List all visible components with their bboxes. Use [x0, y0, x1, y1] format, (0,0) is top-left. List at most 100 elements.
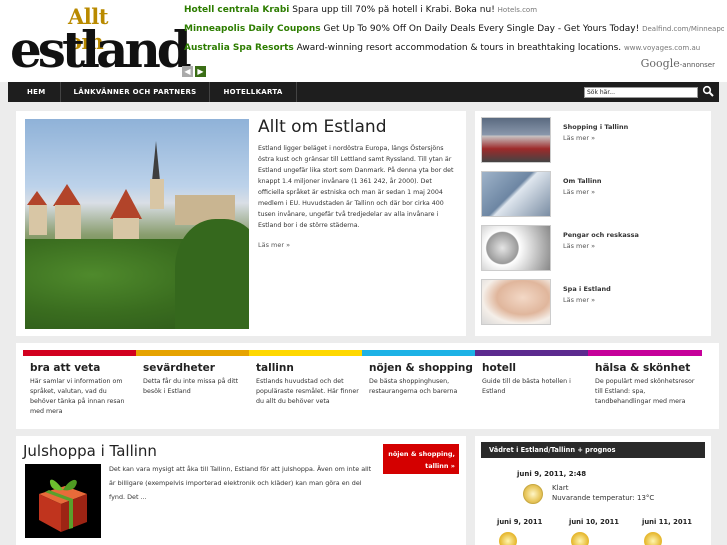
ad-url[interactable]: Hotels.com: [498, 6, 537, 14]
tallinn-photo[interactable]: [25, 119, 249, 329]
article-text: Det kan vara mysigt att åka till Tallinn…: [109, 465, 372, 501]
category-name[interactable]: tallinn: [256, 362, 362, 374]
side-article-title[interactable]: Om Tallinn: [563, 177, 601, 185]
category-strip: bra att veta Här samlar vi information o…: [16, 343, 719, 429]
category-color-bar: [23, 350, 136, 356]
category-name[interactable]: sevärdheter: [143, 362, 249, 374]
tower-roof: [110, 189, 142, 219]
category-color-bar: [475, 350, 588, 356]
search-icon[interactable]: [702, 85, 714, 97]
side-article-title[interactable]: Shopping i Tallinn: [563, 123, 628, 131]
side-articles: Shopping i Tallinn Läs mer » Om Tallinn …: [475, 111, 711, 336]
category-tallinn[interactable]: tallinn Estlands huvudstad och det popul…: [249, 350, 362, 426]
shopping-thumbnail[interactable]: [481, 117, 551, 163]
ad-text: Award-winning resort accommodation & tou…: [296, 43, 622, 53]
category-name[interactable]: hotell: [482, 362, 588, 374]
category-name[interactable]: bra att veta: [30, 362, 136, 374]
weather-widget: Vädret i Estland/Tallinn + prognos juni …: [475, 436, 711, 545]
tower-wall: [150, 179, 164, 209]
read-more-link[interactable]: Läs mer »: [563, 296, 595, 304]
forecast-day: juni 11, 2011: [642, 518, 702, 545]
main-navigation: HEM LÄNKVÄNNER OCH PARTNERS HOTELLKARTA …: [8, 82, 719, 102]
category-description: De populärt med skönhetsresor till Estla…: [595, 378, 695, 405]
category-halsa-skonhet[interactable]: hälsa & skönhet De populärt med skönhets…: [588, 350, 702, 426]
christmas-gift-image[interactable]: [25, 464, 101, 538]
side-article[interactable]: Shopping i Tallinn Läs mer »: [481, 117, 705, 165]
ad-text: Get Up To 90% Off On Daily Deals Every S…: [323, 24, 640, 34]
forecast-date: juni 9, 2011: [497, 518, 543, 526]
category-color-bar: [362, 350, 475, 356]
weather-header: Vädret i Estland/Tallinn + prognos: [481, 442, 705, 458]
ad-item[interactable]: Hotell centrala Krabi Spara upp till 70%…: [184, 5, 724, 24]
next-arrow-icon[interactable]: ▶: [195, 66, 206, 77]
read-more-link[interactable]: Läs mer »: [258, 241, 290, 249]
sun-icon: [571, 532, 589, 545]
feature-panel: Allt om Estland Estland ligger beläget i…: [16, 111, 466, 336]
side-article-title[interactable]: Pengar och reskassa: [563, 231, 639, 239]
category-color-bar: [136, 350, 249, 356]
side-article-title[interactable]: Spa i Estland: [563, 285, 611, 293]
article-category-tag[interactable]: nöjen & shopping, tallinn »: [383, 444, 459, 474]
category-bra-att-veta[interactable]: bra att veta Här samlar vi information o…: [23, 350, 136, 426]
side-article[interactable]: Pengar och reskassa Läs mer »: [481, 225, 705, 273]
article-title[interactable]: Julshoppa i Tallinn: [23, 442, 157, 460]
spa-thumbnail[interactable]: [481, 279, 551, 325]
ad-text: Spara upp till 70% på hotell i Krabi. Bo…: [292, 5, 495, 15]
site-logo[interactable]: Allt om estland: [10, 0, 192, 80]
tallinn-thumbnail[interactable]: [481, 171, 551, 217]
category-description: Detta får du inte missa på ditt besök i …: [143, 378, 239, 395]
ad-url[interactable]: Dealfind.com/Minneapolis: [642, 25, 724, 33]
weather-temperature: Nuvarande temperatur: 13°C: [552, 494, 655, 502]
ad-pager: ◀ ▶: [182, 59, 208, 78]
moon-icon: [523, 484, 543, 504]
read-more-link[interactable]: Läs mer »: [563, 134, 595, 142]
ad-title[interactable]: Minneapolis Daily Coupons: [184, 24, 321, 34]
building: [29, 205, 47, 235]
ad-item[interactable]: Minneapolis Daily Coupons Get Up To 90% …: [184, 24, 724, 43]
coins-thumbnail[interactable]: [481, 225, 551, 271]
category-color-bar: [249, 350, 362, 356]
read-more-link[interactable]: Läs mer »: [563, 188, 595, 196]
feature-title[interactable]: Allt om Estland: [258, 117, 386, 137]
nav-item-hotellkarta[interactable]: HOTELLKARTA: [210, 82, 297, 102]
category-name[interactable]: hälsa & skönhet: [595, 362, 702, 374]
category-nojen-shopping[interactable]: nöjen & shopping De bästa shoppinghusen,…: [362, 350, 475, 426]
sun-icon: [499, 532, 517, 545]
side-article[interactable]: Spa i Estland Läs mer »: [481, 279, 705, 327]
forecast-date: juni 11, 2011: [642, 518, 693, 526]
category-color-bar: [588, 350, 702, 356]
category-description: Guide till de bästa hotellen i Estland: [482, 378, 571, 395]
article-panel: Julshoppa i Tallinn nöjen & shopping, ta…: [16, 436, 466, 545]
roof: [27, 191, 47, 205]
weather-condition: Klart: [552, 484, 569, 492]
category-description: Här samlar vi information om språket, va…: [30, 378, 125, 415]
category-name[interactable]: nöjen & shopping: [369, 362, 475, 374]
read-more-link[interactable]: Läs mer »: [563, 242, 595, 250]
ad-url[interactable]: www.voyages.com.au: [624, 44, 700, 52]
ad-title[interactable]: Australia Spa Resorts: [184, 43, 294, 53]
forecast-day: juni 9, 2011: [497, 518, 557, 545]
logo-big-text: estland: [10, 20, 192, 79]
side-article[interactable]: Om Tallinn Läs mer »: [481, 171, 705, 219]
category-sevardheter[interactable]: sevärdheter Detta får du inte missa på d…: [136, 350, 249, 426]
previous-arrow-icon[interactable]: ◀: [182, 66, 193, 77]
nav-item-hem[interactable]: HEM: [8, 82, 61, 102]
forecast-date: juni 10, 2011: [569, 518, 620, 526]
tree: [175, 219, 249, 329]
forecast-day: juni 10, 2011: [569, 518, 629, 545]
nav-item-partners[interactable]: LÄNKVÄNNER OCH PARTNERS: [61, 82, 211, 102]
site-header: Allt om estland Hotell centrala Krabi Sp…: [0, 0, 727, 82]
category-description: Estlands huvudstad och det populäraste r…: [256, 378, 359, 405]
feature-text: Estland ligger beläget i nordöstra Europ…: [258, 145, 454, 229]
church-spire: [152, 141, 160, 181]
search-input[interactable]: Sök här...: [584, 87, 698, 98]
roof: [53, 184, 81, 206]
category-hotell[interactable]: hotell Guide till de bästa hotellen i Es…: [475, 350, 588, 426]
ad-block: Hotell centrala Krabi Spara upp till 70%…: [184, 5, 724, 62]
weather-current-date: juni 9, 2011, 2:48: [517, 470, 587, 478]
google-suffix: -annonser: [679, 61, 715, 69]
google-ads-label[interactable]: Google-annonser: [641, 57, 715, 70]
category-description: De bästa shoppinghusen, restaurangerna o…: [369, 378, 458, 395]
google-brand: Google: [640, 57, 680, 70]
ad-title[interactable]: Hotell centrala Krabi: [184, 5, 289, 15]
